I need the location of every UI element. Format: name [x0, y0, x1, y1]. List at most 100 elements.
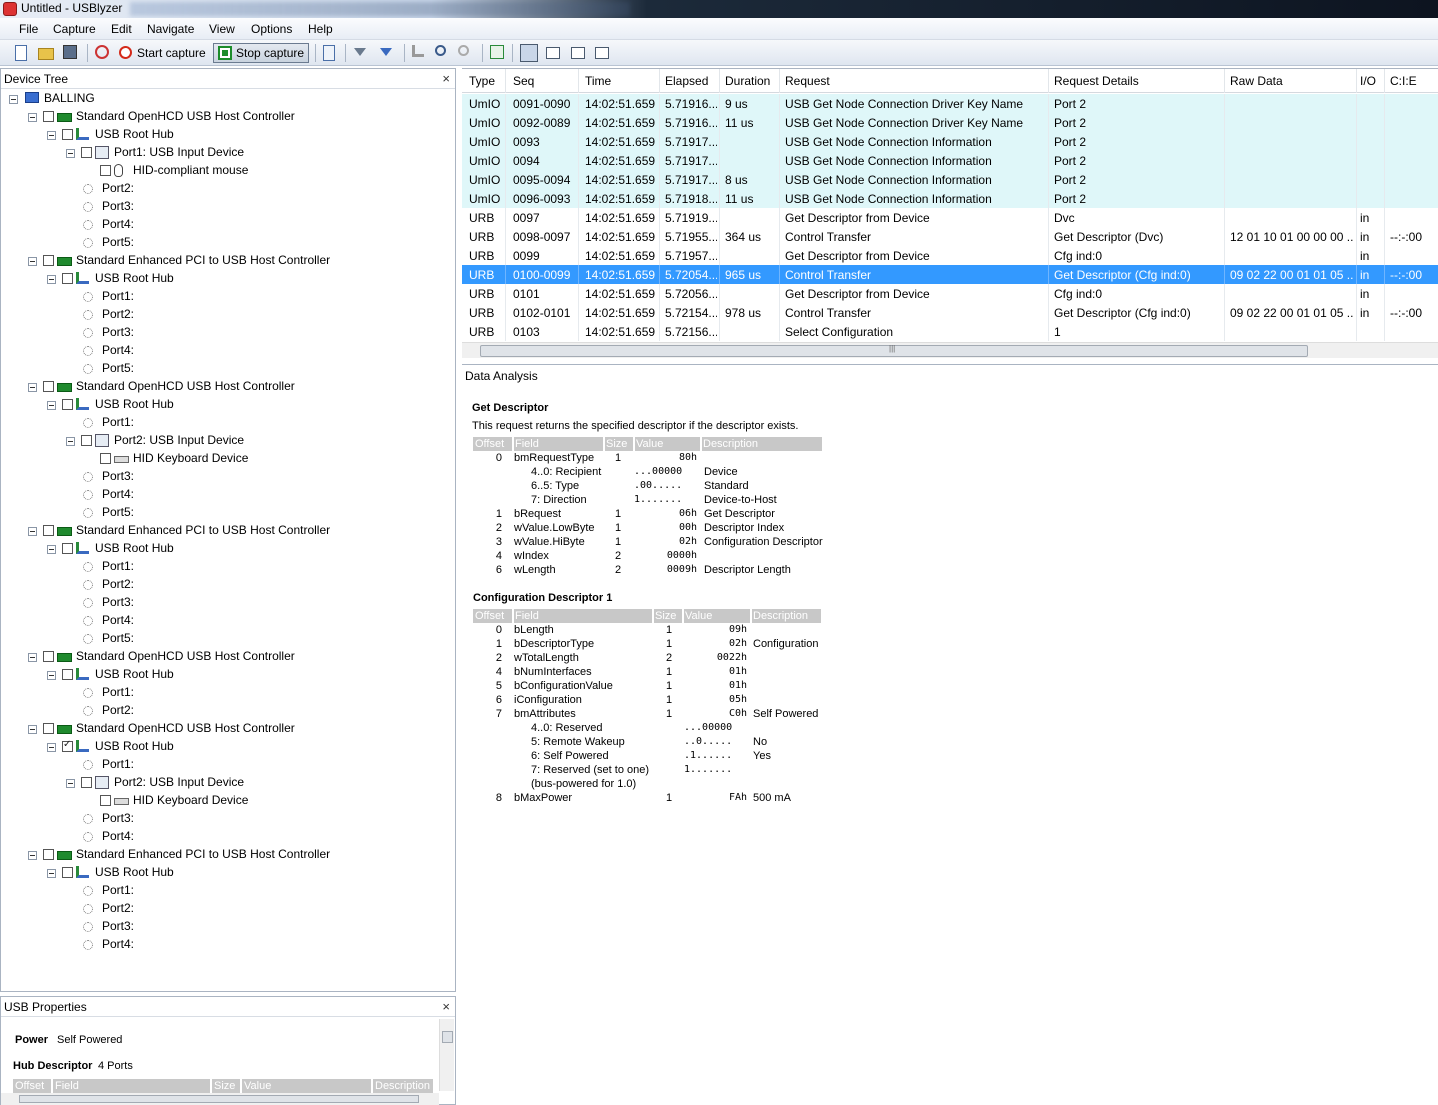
- go-to-icon[interactable]: [412, 45, 424, 57]
- expander-icon[interactable]: [66, 149, 75, 158]
- tree-row[interactable]: Standard Enhanced PCI to USB Host Contro…: [1, 846, 455, 864]
- menu-help[interactable]: Help: [308, 22, 333, 36]
- col-cie[interactable]: C:I:E: [1390, 74, 1417, 88]
- menu-navigate[interactable]: Navigate: [147, 22, 194, 36]
- checkbox[interactable]: [62, 669, 73, 680]
- tree-row[interactable]: Port3:: [1, 324, 455, 342]
- tree-row[interactable]: Port1:: [1, 414, 455, 432]
- tree-row[interactable]: Port4:: [1, 486, 455, 504]
- expander-icon[interactable]: [28, 527, 37, 536]
- tree-row[interactable]: USB Root Hub: [1, 738, 455, 756]
- checkbox[interactable]: [62, 399, 73, 410]
- grid-row[interactable]: URB 0100-0099 14:02:51.659 5.72054... 965 us…: [462, 265, 1438, 284]
- tree-row[interactable]: USB Root Hub: [1, 540, 455, 558]
- grid-row[interactable]: UmIO 0095-0094 14:02:51.659 5.71917... 8 us U…: [462, 170, 1438, 189]
- col-seq[interactable]: Seq: [513, 74, 534, 88]
- checkbox[interactable]: [100, 795, 111, 806]
- properties-vertical-scrollbar[interactable]: [439, 1019, 454, 1091]
- tree-row[interactable]: HID-compliant mouse: [1, 162, 455, 180]
- expander-icon[interactable]: [28, 113, 37, 122]
- expander-icon[interactable]: [9, 95, 18, 104]
- tree-row[interactable]: Standard OpenHCD USB Host Controller: [1, 378, 455, 396]
- grid-row[interactable]: URB 0101 14:02:51.659 5.72056... Get Descrip…: [462, 284, 1438, 303]
- clear-capture-icon[interactable]: [95, 45, 109, 59]
- expander-icon[interactable]: [28, 725, 37, 734]
- grid-row[interactable]: URB 0103 14:02:51.659 5.72156... Select Conf…: [462, 322, 1438, 341]
- expander-icon[interactable]: [28, 257, 37, 266]
- tree-row[interactable]: Port5:: [1, 360, 455, 378]
- tree-row[interactable]: Port3:: [1, 468, 455, 486]
- tree-row[interactable]: Port2:: [1, 900, 455, 918]
- grid-row[interactable]: UmIO 0091-0090 14:02:51.659 5.71916... 9 us U…: [462, 94, 1438, 113]
- col-elapsed[interactable]: Elapsed: [665, 74, 708, 88]
- checkbox[interactable]: [43, 651, 54, 662]
- checkbox[interactable]: [62, 129, 73, 140]
- checkbox[interactable]: [100, 453, 111, 464]
- checkbox[interactable]: [43, 381, 54, 392]
- checkbox[interactable]: [43, 255, 54, 266]
- tree-row[interactable]: Port2:: [1, 702, 455, 720]
- tree-row[interactable]: USB Root Hub: [1, 396, 455, 414]
- layout-1-icon[interactable]: [520, 44, 538, 62]
- checkbox[interactable]: [62, 543, 73, 554]
- scroll-thumb[interactable]: [442, 1031, 453, 1043]
- menu-edit[interactable]: Edit: [111, 22, 132, 36]
- tree-row[interactable]: Port1:: [1, 684, 455, 702]
- expander-icon[interactable]: [66, 779, 75, 788]
- col-raw-data[interactable]: Raw Data: [1230, 74, 1283, 88]
- tree-row[interactable]: Port1:: [1, 558, 455, 576]
- tree-row[interactable]: Standard OpenHCD USB Host Controller: [1, 648, 455, 666]
- find-icon[interactable]: [435, 45, 446, 56]
- col-request[interactable]: Request: [785, 74, 830, 88]
- expander-icon[interactable]: [47, 671, 56, 680]
- col-type[interactable]: Type: [469, 74, 495, 88]
- checkbox[interactable]: [62, 739, 73, 752]
- close-icon[interactable]: ×: [442, 999, 450, 1014]
- menu-view[interactable]: View: [209, 22, 235, 36]
- layout-2-icon[interactable]: [546, 47, 560, 59]
- properties-horizontal-scrollbar[interactable]: [1, 1093, 439, 1105]
- tree-row[interactable]: Port2:: [1, 306, 455, 324]
- filter-settings-icon[interactable]: [354, 48, 366, 56]
- tree-row[interactable]: USB Root Hub: [1, 126, 455, 144]
- grid-row[interactable]: URB 0099 14:02:51.659 5.71957... Get Descrip…: [462, 246, 1438, 265]
- grid-row[interactable]: UmIO 0093 14:02:51.659 5.71917... USB Get No…: [462, 132, 1438, 151]
- expander-icon[interactable]: [47, 131, 56, 140]
- grid-row[interactable]: URB 0097 14:02:51.659 5.71919... Get Descrip…: [462, 208, 1438, 227]
- tree-row[interactable]: Port2: USB Input Device: [1, 432, 455, 450]
- checkbox[interactable]: [100, 165, 111, 176]
- expander-icon[interactable]: [47, 275, 56, 284]
- expander-icon[interactable]: [47, 545, 56, 554]
- menu-capture[interactable]: Capture: [53, 22, 96, 36]
- tree-row[interactable]: Standard Enhanced PCI to USB Host Contro…: [1, 252, 455, 270]
- filter-icon[interactable]: [380, 48, 392, 56]
- expander-icon[interactable]: [28, 851, 37, 860]
- checkbox[interactable]: [81, 777, 92, 788]
- menu-options[interactable]: Options: [251, 22, 292, 36]
- checkbox[interactable]: [62, 867, 73, 878]
- open-folder-icon[interactable]: [38, 48, 54, 60]
- tree-row[interactable]: Port1:: [1, 756, 455, 774]
- start-capture-button[interactable]: Start capture: [116, 43, 212, 63]
- tree-row[interactable]: Port3:: [1, 198, 455, 216]
- tree-row[interactable]: Port5:: [1, 234, 455, 252]
- find-next-icon[interactable]: [458, 45, 469, 56]
- close-icon[interactable]: ×: [442, 71, 450, 86]
- expander-icon[interactable]: [28, 653, 37, 662]
- tree-row[interactable]: USB Root Hub: [1, 270, 455, 288]
- checkbox[interactable]: [43, 111, 54, 122]
- new-file-icon[interactable]: [15, 45, 27, 61]
- scroll-thumb[interactable]: [480, 344, 1308, 357]
- tree-row[interactable]: Port4:: [1, 342, 455, 360]
- layout-4-icon[interactable]: [595, 47, 609, 59]
- grid-row[interactable]: UmIO 0094 14:02:51.659 5.71917... USB Get No…: [462, 151, 1438, 170]
- checkbox[interactable]: [62, 273, 73, 284]
- tree-row[interactable]: Port1:: [1, 882, 455, 900]
- tree-row[interactable]: USB Root Hub: [1, 666, 455, 684]
- tree-row[interactable]: Port2:: [1, 576, 455, 594]
- checkbox[interactable]: [43, 849, 54, 860]
- checkbox[interactable]: [43, 525, 54, 536]
- grid-horizontal-scrollbar[interactable]: [462, 342, 1438, 358]
- save-icon[interactable]: [63, 45, 77, 59]
- tree-row[interactable]: Port3:: [1, 918, 455, 936]
